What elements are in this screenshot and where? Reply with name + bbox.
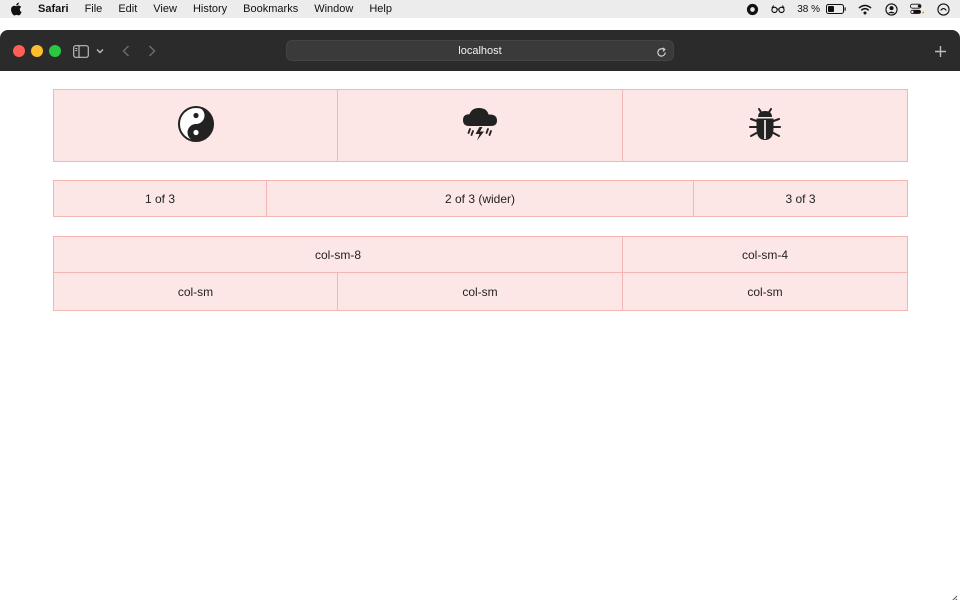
wifi-icon[interactable] [858,2,872,16]
new-tab-icon[interactable] [932,42,948,60]
grid-cell [53,89,338,162]
grid-cell: col-sm [338,273,623,311]
grid-cell [623,89,908,162]
record-icon[interactable] [745,2,759,16]
menu-bookmarks[interactable]: Bookmarks [243,0,298,18]
cloud-storm-icon [461,106,499,145]
icon-row [53,89,908,162]
col-sm-equal-row: col-sm col-sm col-sm [53,273,908,311]
page-content: 1 of 3 2 of 3 (wider) 3 of 3 col-sm-8 co… [0,71,960,600]
glasses-icon[interactable] [771,2,785,16]
menu-bar: Safari File Edit View History Bookmarks … [0,0,960,18]
grid-cell: col-sm [53,273,338,311]
minimize-window-button[interactable] [31,45,43,57]
menu-help[interactable]: Help [369,0,392,18]
bug-icon [748,106,782,145]
fullscreen-window-button[interactable] [49,45,61,57]
menu-view[interactable]: View [153,0,177,18]
browser-window: localhost 1 of 3 2 of 3 (wider) 3 of 3 c… [0,30,960,600]
grid-cell: col-sm [623,273,908,311]
close-window-button[interactable] [13,45,25,57]
grid-cell: col-sm-8 [53,236,623,273]
grid-cell: 3 of 3 [694,180,908,217]
sidebar-toggle-icon[interactable] [72,42,90,60]
siri-icon[interactable] [936,2,950,16]
grid-cell [338,89,623,162]
menu-safari[interactable]: Safari [38,0,69,18]
address-bar-url[interactable]: localhost [287,41,673,61]
apple-icon[interactable] [10,2,22,16]
address-bar[interactable]: localhost [286,40,674,61]
forward-icon[interactable] [146,42,158,60]
chevron-down-icon[interactable] [95,42,105,60]
control-center-icon[interactable] [910,2,924,16]
grid-cell: 1 of 3 [53,180,267,217]
grid-cell-wide: 2 of 3 (wider) [267,180,694,217]
col-sm-row: col-sm-8 col-sm-4 [53,236,908,273]
user-icon[interactable] [884,2,898,16]
grid-cell: col-sm-4 [623,236,908,273]
menu-file[interactable]: File [85,0,103,18]
battery-icon[interactable] [826,2,846,16]
reload-icon[interactable] [656,45,667,57]
back-icon[interactable] [120,42,132,60]
battery-percentage: 38 % [797,3,820,15]
yin-yang-icon [177,106,214,145]
resize-handle-icon[interactable] [950,590,958,600]
menu-window[interactable]: Window [314,0,353,18]
menu-history[interactable]: History [193,0,227,18]
column-width-row: 1 of 3 2 of 3 (wider) 3 of 3 [53,180,908,217]
menu-edit[interactable]: Edit [118,0,137,18]
browser-toolbar: localhost [0,30,960,71]
